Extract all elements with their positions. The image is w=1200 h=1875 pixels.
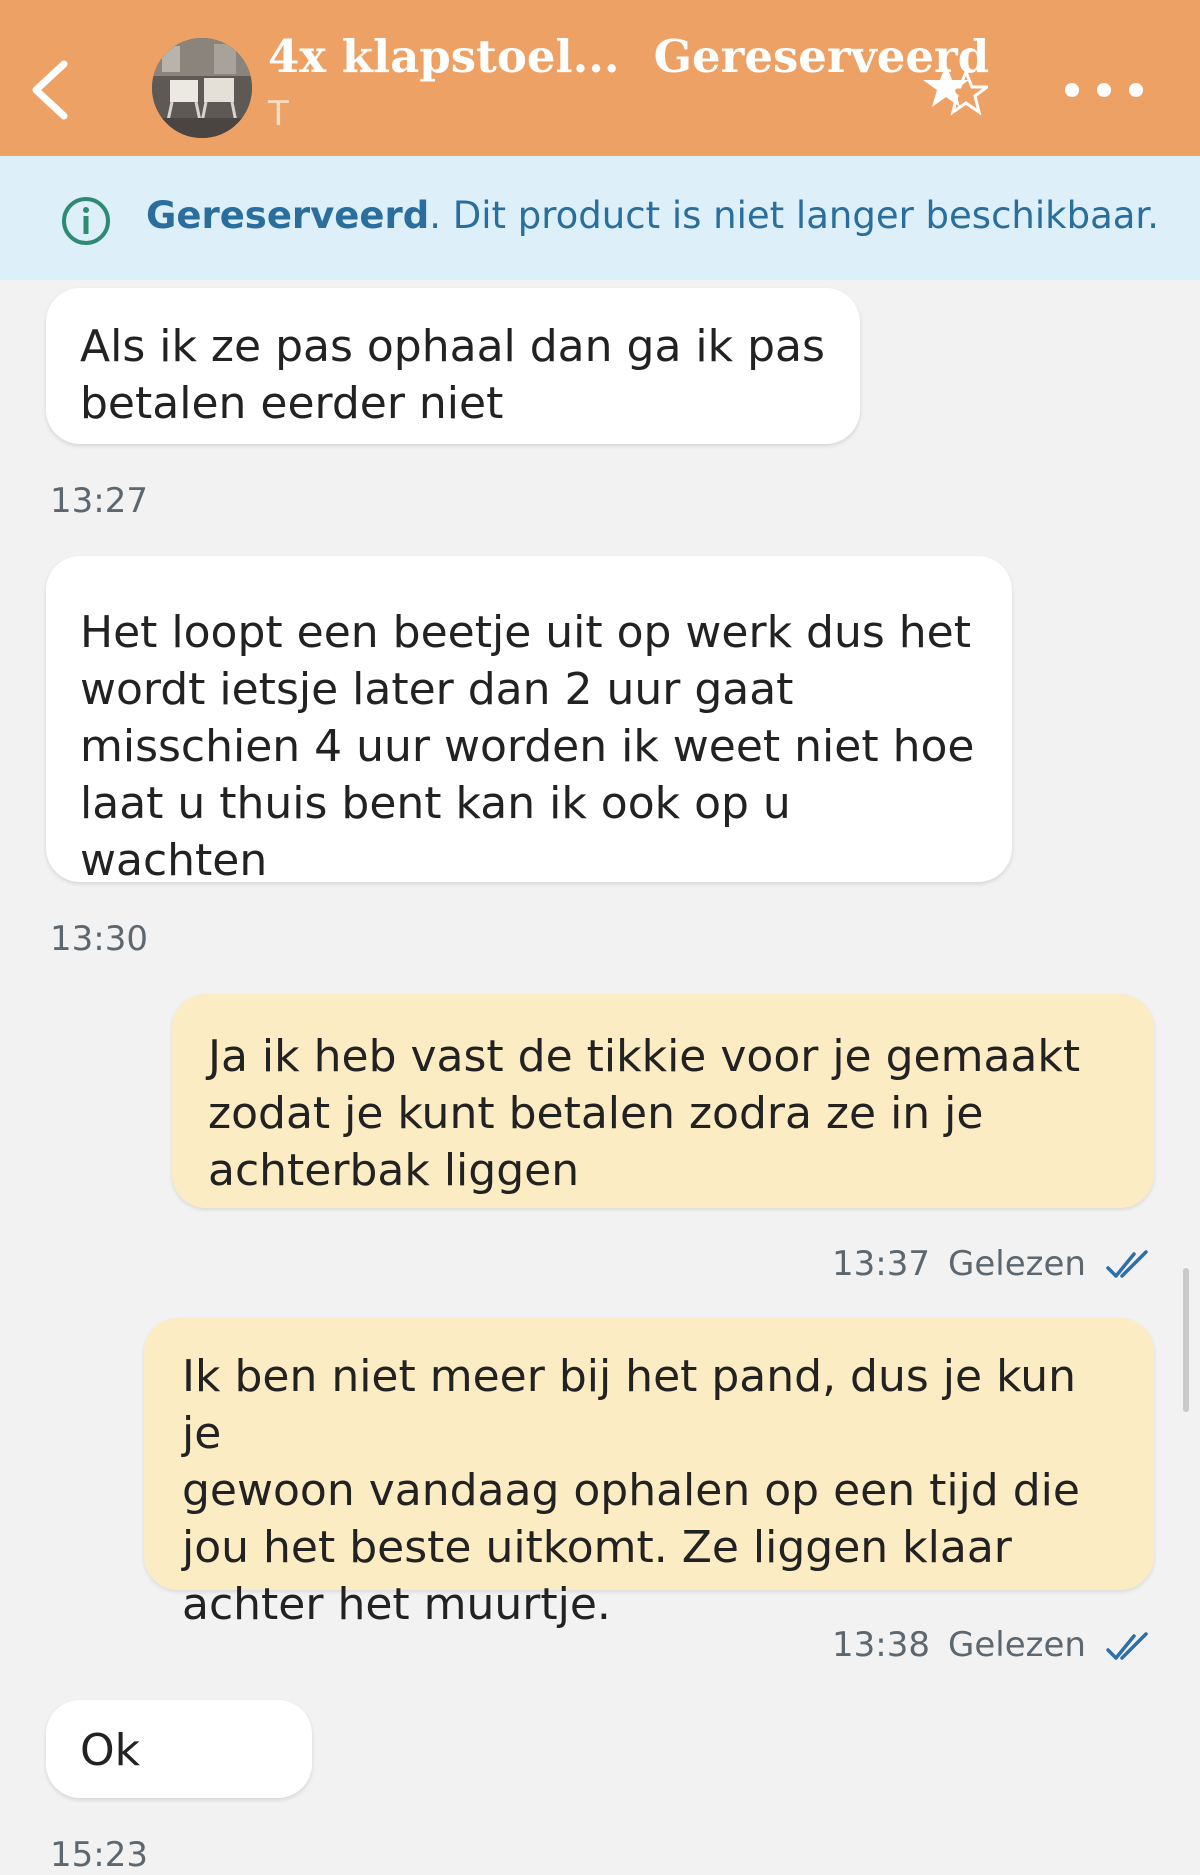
- message-time: 13:38: [832, 1625, 930, 1665]
- chevron-left-icon[interactable]: [20, 50, 80, 130]
- message-text-line: achterbak liggen: [208, 1145, 580, 1196]
- chat-title: 4x klapstoel... Gereserveerd: [268, 30, 989, 83]
- message-text-line: Ja ik heb vast de tikkie voor je gemaakt: [208, 1031, 1081, 1082]
- message-text-line: Het loopt een beetje uit op werk dus het: [80, 607, 971, 658]
- chat-header: 4x klapstoel... Gereserveerd T: [0, 0, 1200, 156]
- message-text-line: gewoon vandaag ophalen op een tijd die: [182, 1465, 1080, 1516]
- message-time: 13:30: [50, 919, 148, 959]
- more-dots-icon[interactable]: [1062, 70, 1146, 110]
- message-text-line: misschien 4 uur worden ik weet niet hoe: [80, 721, 975, 772]
- message-bubble-incoming[interactable]: Het loopt een beetje uit op werk dus het…: [46, 556, 1012, 886]
- message-text-line: jou het beste uitkomt. Ze liggen klaar: [182, 1522, 1012, 1573]
- message-text-line: Als ik ze pas ophaal dan ga ik pas: [80, 321, 825, 372]
- message-text-line: zodat je kunt betalen zodra ze in je: [208, 1088, 984, 1139]
- read-status: Gelezen: [948, 1625, 1086, 1665]
- message-text-line: laat u thuis bent kan ik ook op u wachte…: [80, 778, 791, 886]
- read-status: Gelezen: [948, 1244, 1086, 1284]
- message-text-line: betalen eerder niet: [80, 378, 504, 429]
- banner-message: Gereserveerd. Dit product is niet langer…: [146, 194, 1159, 237]
- banner-status: Gereserveerd: [146, 194, 430, 237]
- message-time: 13:37: [832, 1244, 930, 1284]
- double-check-icon: [1106, 1632, 1148, 1660]
- message-bubble-outgoing[interactable]: Ik ben niet meer bij het pand, dus je ku…: [144, 1318, 1154, 1630]
- product-thumbnail[interactable]: [152, 38, 252, 138]
- message-bubble-outgoing[interactable]: Ja ik heb vast de tikkie voor je gemaakt…: [172, 994, 1154, 1208]
- scrollbar-thumb[interactable]: [1183, 1268, 1189, 1412]
- message-bubble-incoming[interactable]: Als ik ze pas ophaal dan ga ik pas betal…: [46, 288, 860, 444]
- contact-name: T: [268, 94, 289, 134]
- banner-text: . Dit product is niet langer beschikbaar…: [429, 194, 1159, 237]
- message-bubble-incoming[interactable]: Ok: [46, 1700, 312, 1798]
- listing-title: 4x klapstoel...: [268, 30, 620, 83]
- message-text-line: wordt ietsje later dan 2 uur gaat: [80, 664, 794, 715]
- message-time: 15:23: [50, 1835, 148, 1875]
- double-check-icon: [1106, 1250, 1148, 1278]
- chairs-photo-icon: [152, 38, 252, 138]
- message-time: 13:27: [50, 481, 148, 521]
- star-rate-icon[interactable]: [918, 60, 988, 120]
- message-text-line: Ik ben niet meer bij het pand, dus je ku…: [182, 1351, 1076, 1459]
- info-icon: [62, 197, 110, 245]
- message-text-line: Ok: [80, 1725, 141, 1776]
